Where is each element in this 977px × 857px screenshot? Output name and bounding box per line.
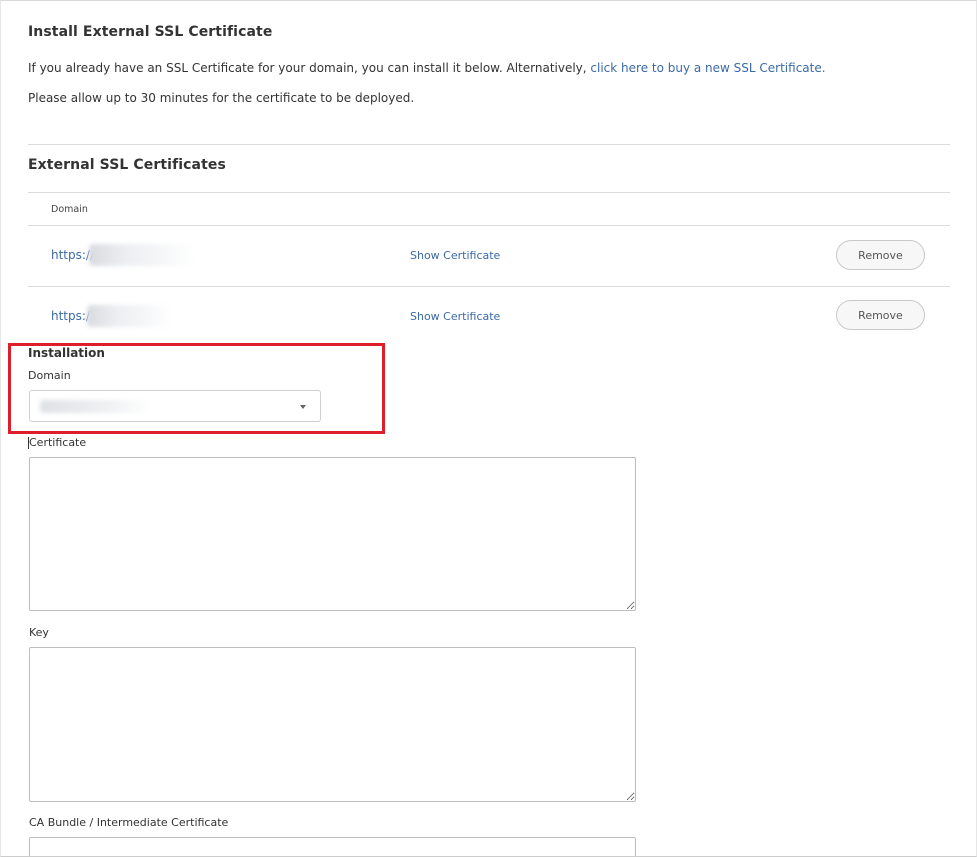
install-title: Install External SSL Certificate <box>28 24 273 40</box>
remove-button[interactable]: Remove <box>836 240 925 270</box>
page: Install External SSL Certificate If you … <box>0 0 977 857</box>
section-divider <box>28 144 950 145</box>
show-certificate-link[interactable]: Show Certificate <box>410 249 500 262</box>
install-intro-text: If you already have an SSL Certificate f… <box>28 61 591 75</box>
remove-button[interactable]: Remove <box>836 300 925 330</box>
certificate-label: Certificate <box>29 436 87 449</box>
table-row: https:// Show Certificate Remove <box>28 226 950 286</box>
table-row: https:// Show Certificate Remove <box>28 287 950 347</box>
deploy-note: Please allow up to 30 minutes for the ce… <box>28 91 415 105</box>
table-top-border <box>28 192 950 193</box>
highlight-box <box>8 343 385 434</box>
certificate-textarea[interactable] <box>29 457 636 611</box>
domain-link[interactable]: https:// <box>51 248 94 262</box>
redacted-domain <box>89 244 194 266</box>
certificates-title: External SSL Certificates <box>28 157 226 173</box>
buy-ssl-link[interactable]: click here to buy a new SSL Certificate. <box>590 61 825 75</box>
column-header-domain: Domain <box>51 204 88 215</box>
ca-bundle-textarea[interactable] <box>29 837 636 856</box>
install-intro: If you already have an SSL Certificate f… <box>28 61 826 75</box>
show-certificate-link[interactable]: Show Certificate <box>410 310 500 323</box>
redacted-domain <box>87 305 172 327</box>
key-textarea[interactable] <box>29 647 636 802</box>
key-label: Key <box>29 626 49 639</box>
ca-bundle-label: CA Bundle / Intermediate Certificate <box>29 816 229 829</box>
